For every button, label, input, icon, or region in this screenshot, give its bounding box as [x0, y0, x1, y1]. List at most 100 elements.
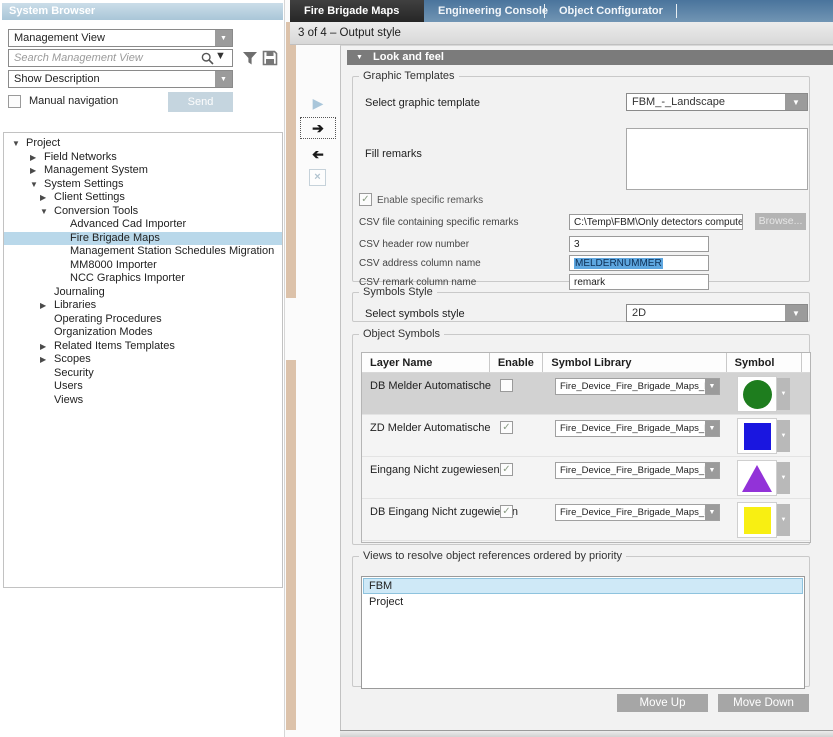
search-icon[interactable]	[199, 50, 215, 66]
symbol-dropdown-icon[interactable]: ▼	[777, 420, 790, 452]
enable-checkbox[interactable]	[500, 505, 513, 518]
tree-item-ncc-graphics-importer[interactable]: NCC Graphics Importer	[4, 272, 282, 286]
enable-specific-remarks-checkbox[interactable]	[359, 193, 372, 206]
tree-item-management-station-schedules-migration[interactable]: Management Station Schedules Migration	[4, 245, 282, 259]
tree-item-project[interactable]: ▼Project	[4, 137, 282, 151]
look-and-feel-section-header[interactable]: ▼ Look and feel	[347, 50, 833, 65]
tree-item-mm8000-importer[interactable]: MM8000 Importer	[4, 259, 282, 273]
chevron-down-icon[interactable]: ▼	[215, 30, 232, 46]
previous-step-button[interactable]: ➔	[296, 146, 340, 163]
graphic-template-dropdown[interactable]: FBM_-_Landscape ▼	[626, 93, 808, 111]
chevron-down-icon[interactable]: ▼	[785, 94, 807, 110]
enable-checkbox[interactable]	[500, 379, 513, 392]
tab-separator	[676, 4, 677, 18]
symbol-dropdown-icon[interactable]: ▼	[777, 504, 790, 536]
list-item-project[interactable]: Project	[363, 594, 803, 610]
table-row[interactable]: Eingang Nicht zugewiesen Fire_Device_Fir…	[362, 457, 810, 499]
symbol-library-dropdown[interactable]: Fire_Device_Fire_Brigade_Maps_HQ_1▼	[555, 462, 720, 479]
tree-item-system-settings[interactable]: ▼System Settings	[4, 178, 282, 192]
views-priority-legend: Views to resolve object references order…	[359, 550, 626, 562]
manual-navigation-checkbox[interactable]	[8, 95, 21, 108]
object-symbols-group: Object Symbols Layer Name Enable Symbol …	[352, 328, 810, 545]
csv-header-row-input[interactable]: 3	[569, 236, 709, 252]
symbol-library-dropdown[interactable]: Fire_Device_Fire_Brigade_Maps_HQ_1▼	[555, 378, 720, 395]
chevron-down-icon[interactable]: ▼	[705, 505, 719, 520]
list-item-fbm[interactable]: FBM	[363, 578, 803, 594]
column-header-enable: Enable	[489, 353, 543, 372]
tree-item-fire-brigade-maps[interactable]: Fire Brigade Maps	[4, 232, 282, 246]
table-row[interactable]: DB Eingang Nicht zugewiesen Fire_Device_…	[362, 499, 810, 541]
tree-item-management-system[interactable]: ▶Management System	[4, 164, 282, 178]
expander-icon[interactable]: ▼	[40, 205, 48, 219]
tree-item-libraries[interactable]: ▶Libraries	[4, 299, 282, 313]
chevron-down-icon[interactable]: ▼	[705, 463, 719, 478]
tab-engineering-console[interactable]: Engineering Console	[424, 0, 544, 22]
csv-address-column-input[interactable]: MELDERNUMMER	[569, 255, 709, 271]
tree-item-operating-procedures[interactable]: Operating Procedures	[4, 313, 282, 327]
expander-icon[interactable]: ▼	[12, 137, 20, 151]
expander-icon[interactable]: ▶	[30, 164, 36, 178]
chevron-down-icon[interactable]: ▼	[215, 71, 232, 87]
tree-item-scopes[interactable]: ▶Scopes	[4, 353, 282, 367]
table-row[interactable]: DB Melder Automatische Fire_Device_Fire_…	[362, 373, 810, 415]
enable-checkbox[interactable]	[500, 463, 513, 476]
fill-remarks-textarea[interactable]	[626, 128, 808, 190]
close-wizard-button[interactable]: ×	[309, 169, 326, 186]
filter-icon[interactable]	[241, 49, 259, 67]
show-description-dropdown[interactable]: Show Description ▼	[8, 70, 233, 88]
browse-button[interactable]: Browse...	[755, 213, 806, 230]
search-input[interactable]	[9, 52, 199, 64]
table-row[interactable]: ZD Melder Automatische Fire_Device_Fire_…	[362, 415, 810, 457]
symbol-preview[interactable]	[737, 376, 777, 412]
symbols-style-dropdown[interactable]: 2D ▼	[626, 304, 808, 322]
layer-name: ZD Melder Automatische	[370, 422, 490, 434]
views-listbox[interactable]: FBM Project	[361, 576, 805, 689]
expander-icon[interactable]: ▶	[40, 299, 46, 313]
symbol-library-dropdown[interactable]: Fire_Device_Fire_Brigade_Maps_HQ_1▼	[555, 420, 720, 437]
tree-item-views[interactable]: Views	[4, 394, 282, 408]
expander-icon[interactable]: ▶	[40, 353, 46, 367]
management-view-dropdown[interactable]: Management View ▼	[8, 29, 233, 47]
enable-checkbox[interactable]	[500, 421, 513, 434]
save-icon[interactable]	[261, 49, 279, 67]
chevron-down-icon[interactable]: ▼	[785, 305, 807, 321]
layer-name: DB Melder Automatische	[370, 380, 491, 392]
symbol-dropdown-icon[interactable]: ▼	[777, 378, 790, 410]
tree-item-field-networks[interactable]: ▶Field Networks	[4, 151, 282, 165]
green-circle-icon	[743, 380, 772, 409]
move-down-button[interactable]: Move Down	[718, 694, 809, 712]
tree-item-advanced-cad-importer[interactable]: Advanced Cad Importer	[4, 218, 282, 232]
vertical-scrollbar[interactable]	[286, 22, 296, 730]
tree-item-conversion-tools[interactable]: ▼Conversion Tools	[4, 205, 282, 219]
tree-item-organization-modes[interactable]: Organization Modes	[4, 326, 282, 340]
csv-file-input[interactable]: C:\Temp\FBM\Only detectors compute min a…	[569, 214, 743, 230]
tab-object-configurator[interactable]: Object Configurator	[545, 0, 676, 22]
search-dropdown-icon[interactable]: ▼	[215, 50, 232, 66]
symbol-library-dropdown[interactable]: Fire_Device_Fire_Brigade_Maps_HQ_1▼	[555, 504, 720, 521]
expander-icon[interactable]: ▼	[30, 178, 38, 192]
tree-item-related-items-templates[interactable]: ▶Related Items Templates	[4, 340, 282, 354]
next-step-button[interactable]: ➔	[300, 117, 336, 139]
symbol-dropdown-icon[interactable]: ▼	[777, 462, 790, 494]
search-box[interactable]: ▼	[8, 49, 233, 67]
tree-item-client-settings[interactable]: ▶Client Settings	[4, 191, 282, 205]
symbol-preview[interactable]	[737, 460, 777, 496]
send-button[interactable]: Send	[168, 92, 233, 112]
tab-fire-brigade-maps[interactable]: Fire Brigade Maps	[290, 0, 424, 22]
selected-text: MELDERNUMMER	[574, 258, 663, 269]
chevron-down-icon[interactable]: ▼	[705, 421, 719, 436]
scrollbar-thumb[interactable]	[286, 298, 296, 360]
expander-icon[interactable]: ▶	[40, 340, 46, 354]
column-header-layer-name: Layer Name	[362, 353, 489, 372]
tree-item-users[interactable]: Users	[4, 380, 282, 394]
panel-title: System Browser	[2, 3, 283, 20]
move-up-button[interactable]: Move Up	[617, 694, 708, 712]
symbol-preview[interactable]	[737, 418, 777, 454]
symbol-preview[interactable]	[737, 502, 777, 538]
tree-item-security[interactable]: Security	[4, 367, 282, 381]
tree-item-journaling[interactable]: Journaling	[4, 286, 282, 300]
expander-icon[interactable]: ▶	[40, 191, 46, 205]
collapse-triangle-icon[interactable]: ▼	[356, 50, 363, 65]
chevron-down-icon[interactable]: ▼	[705, 379, 719, 394]
expander-icon[interactable]: ▶	[30, 151, 36, 165]
